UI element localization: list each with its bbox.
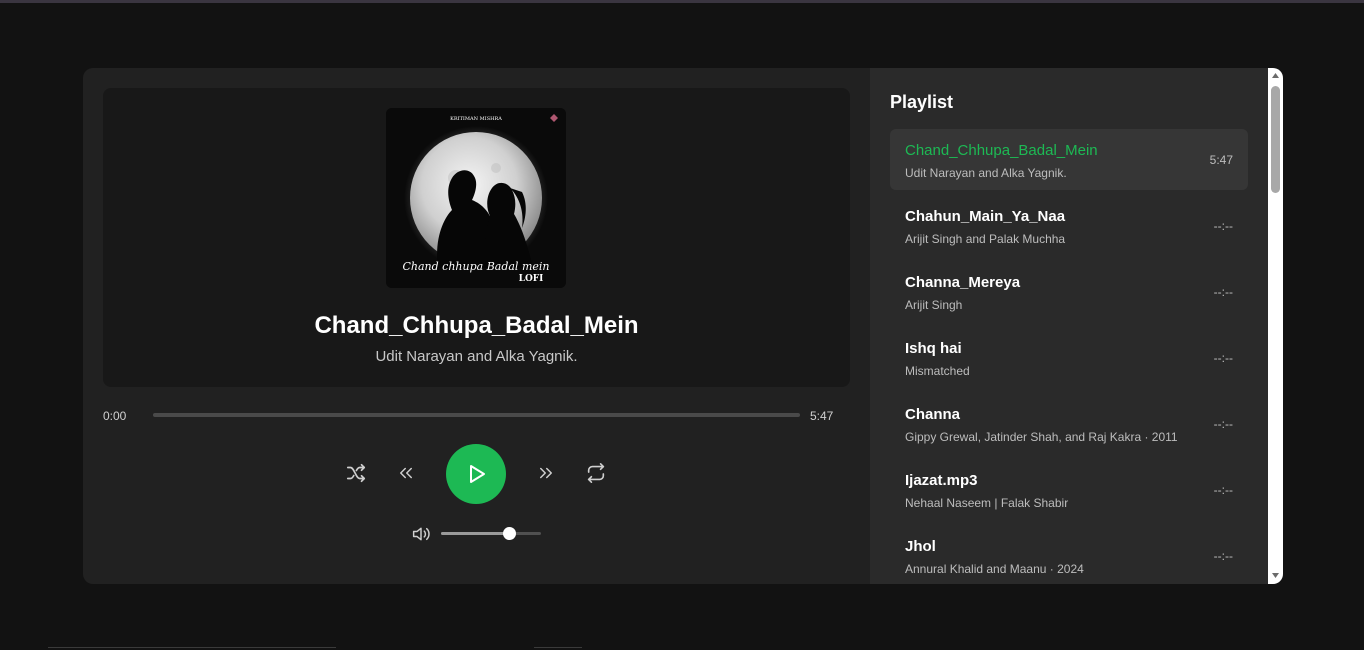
- scrollbar-thumb[interactable]: [1271, 86, 1280, 193]
- playlist-item-duration: --:--: [1213, 483, 1233, 497]
- playlist-item-artist: Arijit Singh and Palak Muchha: [905, 232, 1066, 246]
- playlist-item-artist: Annural Khalid and Maanu · 2024: [905, 562, 1084, 576]
- playlist-title: Playlist: [890, 92, 954, 112]
- taskbar-line: [48, 647, 336, 648]
- album-cover: KRITIMAN MISHRA Chand chhupa Badal mein …: [386, 108, 566, 288]
- playlist-item-duration: --:--: [1213, 549, 1233, 563]
- volume-button[interactable]: [411, 525, 431, 548]
- cover-top-text: KRITIMAN MISHRA: [450, 116, 502, 122]
- scroll-up-icon[interactable]: [1271, 72, 1280, 80]
- playlist-item-duration: 5:47: [1209, 153, 1233, 167]
- volume-icon: [412, 527, 430, 541]
- playlist-item-name: Channa_Mereya: [905, 274, 1021, 291]
- next-button[interactable]: [533, 460, 559, 486]
- playlist-item[interactable]: Channa Gippy Grewal, Jatinder Shah, and …: [890, 393, 1248, 454]
- playlist-scrollbar[interactable]: [1268, 68, 1283, 584]
- scroll-down-icon[interactable]: [1271, 571, 1280, 579]
- repeat-button[interactable]: [583, 460, 609, 486]
- window-top-border: [0, 0, 1364, 3]
- playlist-item[interactable]: Chahun_Main_Ya_Naa Arijit Singh and Pala…: [890, 195, 1248, 256]
- play-icon: [470, 465, 485, 483]
- album-art-image: KRITIMAN MISHRA Chand chhupa Badal mein …: [386, 108, 566, 288]
- shuffle-icon: [346, 463, 366, 483]
- volume-thumb[interactable]: [502, 527, 516, 540]
- playlist-item-duration: --:--: [1213, 351, 1233, 365]
- playlist-item-name: Ishq hai: [905, 340, 962, 357]
- playlist-item-artist: Arijit Singh: [905, 298, 963, 312]
- song-title: Chand_Chhupa_Badal_Mein: [314, 312, 639, 339]
- playlist-item-name: Ijazat.mp3: [905, 472, 978, 489]
- player-pane: KRITIMAN MISHRA Chand chhupa Badal mein …: [83, 68, 870, 584]
- playlist-item-name: Channa: [905, 406, 961, 423]
- playlist-item-name: Jhol: [905, 538, 936, 555]
- shuffle-button[interactable]: [343, 460, 369, 486]
- playlist-item-name: Chand_Chhupa_Badal_Mein: [905, 142, 1098, 159]
- music-player-app: KRITIMAN MISHRA Chand chhupa Badal mein …: [83, 68, 1283, 584]
- playlist-item[interactable]: Ishq hai Mismatched --:--: [890, 327, 1248, 388]
- cover-script-text: Chand chhupa Badal mein: [403, 260, 550, 273]
- playlist-item-artist: Udit Narayan and Alka Yagnik.: [905, 166, 1067, 180]
- now-playing-card: KRITIMAN MISHRA Chand chhupa Badal mein …: [103, 88, 850, 387]
- next-icon: [540, 467, 552, 479]
- repeat-icon: [587, 463, 605, 483]
- duration-time: 5:47: [810, 409, 834, 423]
- playlist-pane: Playlist Chand_Chhupa_Badal_Mein Udit Na…: [870, 68, 1268, 584]
- volume-fill: [441, 532, 509, 535]
- volume-slider[interactable]: [441, 527, 541, 540]
- current-time: 0:00: [103, 409, 127, 423]
- cover-badge-text: LOFI: [519, 274, 544, 284]
- previous-button[interactable]: [393, 460, 419, 486]
- playlist-item-duration: --:--: [1213, 285, 1233, 299]
- progress-bar[interactable]: [153, 413, 800, 417]
- song-artist: Udit Narayan and Alka Yagnik.: [375, 348, 578, 365]
- playlist-item[interactable]: Ijazat.mp3 Nehaal Naseem | Falak Shabir …: [890, 459, 1248, 520]
- playlist-list: Chand_Chhupa_Badal_Mein Udit Narayan and…: [890, 129, 1248, 584]
- playlist-item-duration: --:--: [1213, 417, 1233, 431]
- playlist-item[interactable]: Channa_Mereya Arijit Singh --:--: [890, 261, 1248, 322]
- playlist-item[interactable]: Chand_Chhupa_Badal_Mein Udit Narayan and…: [890, 129, 1248, 190]
- playlist-item-artist: Mismatched: [905, 364, 970, 378]
- play-button[interactable]: [446, 444, 506, 504]
- playlist-item[interactable]: Jhol Annural Khalid and Maanu · 2024 --:…: [890, 525, 1248, 584]
- previous-icon: [400, 467, 412, 479]
- taskbar-line: [534, 647, 582, 648]
- playlist-item-duration: --:--: [1213, 219, 1233, 233]
- playlist-item-artist: Gippy Grewal, Jatinder Shah, and Raj Kak…: [905, 430, 1178, 444]
- playlist-item-artist: Nehaal Naseem | Falak Shabir: [905, 496, 1069, 510]
- playlist-item-name: Chahun_Main_Ya_Naa: [905, 208, 1066, 225]
